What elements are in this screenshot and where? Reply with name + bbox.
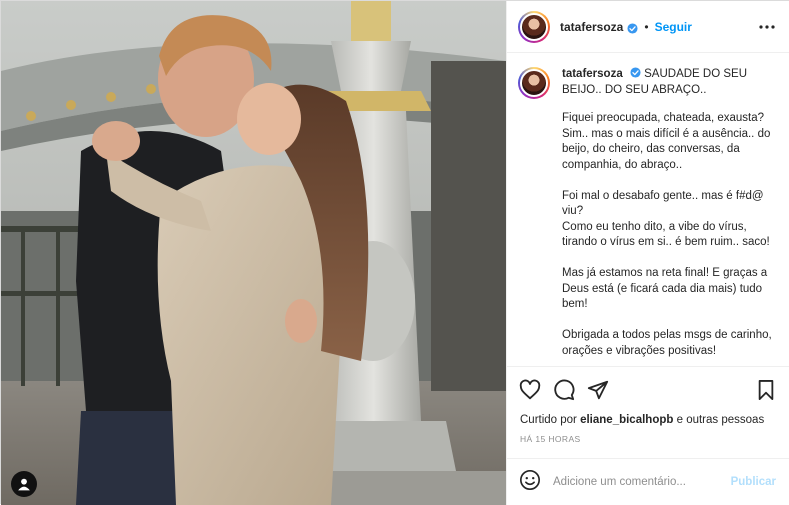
caption-header: tatafersoza SAUDADE DO SEU BEIJO.. DO SE… <box>518 67 776 99</box>
couple-kissing-photo <box>1 1 506 505</box>
post-timestamp[interactable]: HÁ 15 HORAS <box>520 434 581 444</box>
more-options-icon[interactable] <box>758 19 776 35</box>
heart-icon[interactable] <box>519 379 543 403</box>
post-actions <box>507 373 789 409</box>
separator-dot: • <box>644 19 649 34</box>
post-side-panel: tatafersoza • Seguir tatafersoza SAUDADE… <box>506 1 789 505</box>
tag-people-button[interactable] <box>11 471 37 497</box>
verified-badge-icon <box>627 21 638 34</box>
likes-suffix[interactable]: e outras pessoas <box>677 414 765 426</box>
post-photo[interactable] <box>1 1 506 505</box>
liked-by-user[interactable]: eliane_bicalhopb <box>580 414 673 426</box>
follow-button[interactable]: Seguir <box>655 20 692 34</box>
author-username[interactable]: tatafersoza <box>560 20 623 34</box>
likes-summary: Curtido por eliane_bicalhopb e outras pe… <box>520 414 764 426</box>
comment-bar: Publicar <box>507 459 789 505</box>
emoji-icon[interactable] <box>519 469 541 496</box>
instagram-post-modal: tatafersoza • Seguir tatafersoza SAUDADE… <box>0 0 789 505</box>
comment-input[interactable] <box>553 476 718 488</box>
post-header: tatafersoza • Seguir <box>507 1 789 53</box>
comment-bubble-icon[interactable] <box>553 379 577 403</box>
caption-body: Fiquei preocupada, chateada, exausta? Si… <box>562 112 772 357</box>
caption-area[interactable]: tatafersoza SAUDADE DO SEU BEIJO.. DO SE… <box>507 53 789 364</box>
bookmark-icon[interactable] <box>756 379 780 403</box>
avatar[interactable] <box>518 67 550 99</box>
publish-button[interactable]: Publicar <box>731 476 776 488</box>
divider <box>507 366 789 367</box>
caption-headline-line: tatafersoza SAUDADE DO SEU BEIJO.. DO SE… <box>562 67 776 99</box>
verified-badge-icon <box>630 67 641 78</box>
caption-username[interactable]: tatafersoza <box>562 68 623 80</box>
paper-plane-icon[interactable] <box>587 379 611 403</box>
avatar[interactable] <box>518 10 550 43</box>
person-tag-icon <box>17 477 31 491</box>
likes-prefix: Curtido por <box>520 414 577 426</box>
